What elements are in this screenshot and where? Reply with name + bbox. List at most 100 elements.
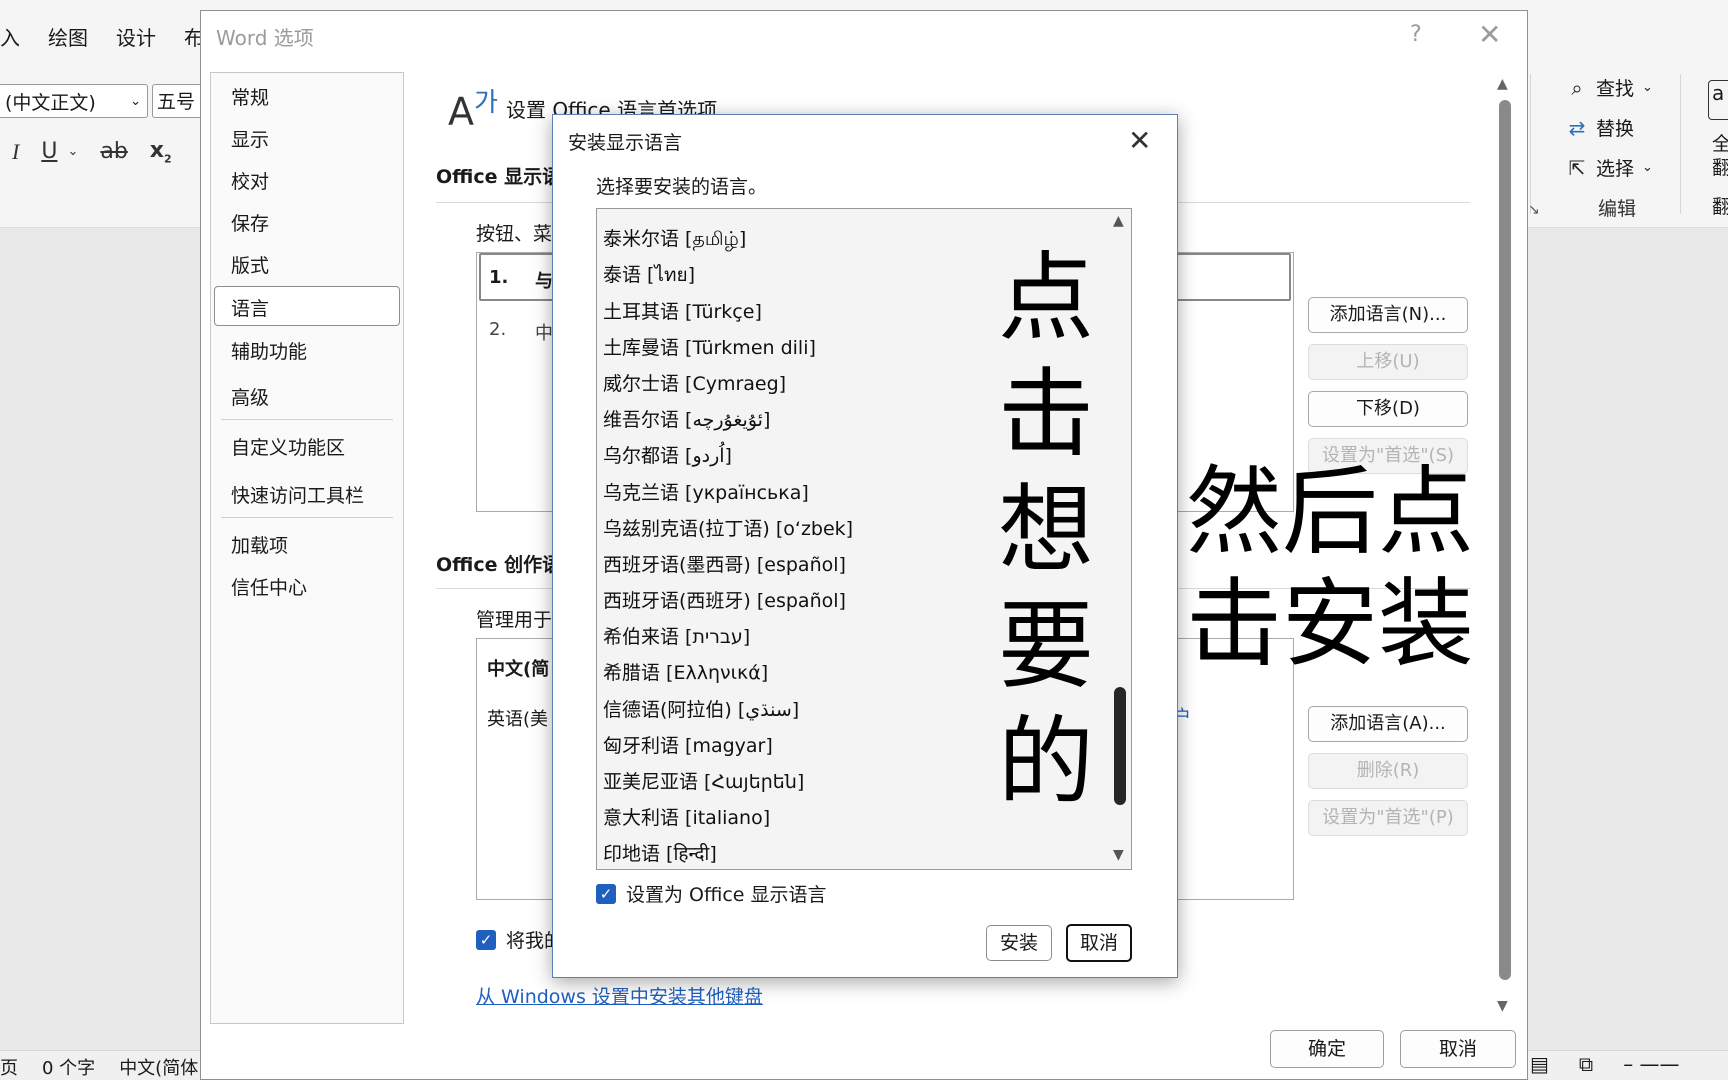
ribbon-divider (1680, 74, 1681, 214)
nav-divider (221, 517, 393, 518)
strikethrough-button[interactable]: ab (100, 139, 127, 164)
find-label: 查找 (1596, 78, 1635, 100)
replace-button[interactable]: ⇄ 替换 (1566, 114, 1634, 141)
list-item[interactable]: 威尔士语 [Cymraeg] (603, 366, 853, 402)
font-size-select[interactable]: 五号 (152, 84, 200, 118)
nav-item-customize-ribbon[interactable]: 自定义功能区 (231, 433, 345, 460)
authoring-language-heading: Office 创作语 (436, 554, 562, 576)
subscript-label: x (149, 138, 164, 163)
list-item[interactable]: 印地语 [हिन्दी] (603, 836, 853, 869)
dialog-launcher-icon[interactable]: ↘ (1528, 202, 1540, 218)
list-item[interactable]: 匈牙利语 [magyar] (603, 728, 853, 764)
list-item[interactable]: 亚美尼亚语 [Հայերեն] (603, 764, 853, 800)
list-item[interactable]: 乌克兰语 [українська] (603, 475, 853, 511)
tab-insert[interactable]: 入 (0, 22, 20, 62)
status-page[interactable]: 页 (0, 1054, 18, 1080)
web-layout-icon[interactable]: ⧉ (1579, 1052, 1593, 1076)
authoring-language-item[interactable]: 中文(简 (487, 655, 549, 681)
nav-item-accessibility[interactable]: 辅助功能 (231, 337, 307, 364)
nav-item-general[interactable]: 常规 (231, 83, 269, 110)
install-cancel-button[interactable]: 取消 (1066, 924, 1132, 962)
underline-label: U (41, 139, 58, 165)
chevron-down-icon: ⌄ (67, 144, 79, 160)
display-language-index: 1. (489, 267, 509, 288)
subscript-button[interactable]: x2 (150, 138, 172, 165)
nav-item-language[interactable]: 语言 (231, 294, 269, 321)
translate-label-part: 全 (1712, 133, 1728, 155)
list-item[interactable]: 西班牙语(墨西哥) [español] (603, 547, 853, 583)
checkbox-checked-icon[interactable]: ✓ (596, 883, 616, 904)
chevron-down-icon: ⌄ (1642, 80, 1653, 95)
list-item[interactable]: 信德语(阿拉伯) [سنڌي] (603, 692, 853, 728)
keyboard-checkbox-row[interactable]: ✓ 将我的 (476, 926, 563, 953)
zoom-slider[interactable]: – —— (1623, 1052, 1679, 1076)
nav-item-trust-center[interactable]: 信任中心 (231, 573, 307, 600)
remove-language-button[interactable]: 删除(R) (1308, 753, 1468, 789)
move-down-button[interactable]: 下移(D) (1308, 391, 1468, 427)
list-item[interactable]: 意大利语 [italiano] (603, 800, 853, 836)
scrollbar-thumb[interactable] (1114, 687, 1126, 805)
status-word-count[interactable]: 0 个字 (42, 1054, 95, 1080)
tab-draw[interactable]: 绘图 (48, 22, 88, 62)
install-keyboards-link[interactable]: 从 Windows 设置中安装其他键盘 (476, 982, 763, 1009)
underline-button[interactable]: U ⌄ (41, 139, 78, 164)
move-up-button[interactable]: 上移(U) (1308, 344, 1468, 380)
cancel-button[interactable]: 取消 (1400, 1030, 1516, 1068)
list-item[interactable]: 土库曼语 [Türkmen dili] (603, 330, 853, 366)
close-icon[interactable]: ✕ (1478, 18, 1501, 51)
list-item[interactable]: 西班牙语(西班牙) [español] (603, 583, 853, 619)
options-scrollbar[interactable]: ▲ ▼ (1494, 72, 1516, 1022)
set-preferred-authoring-button[interactable]: 设置为"首选"(P) (1308, 800, 1468, 836)
install-button[interactable]: 安装 (986, 925, 1052, 961)
list-item[interactable]: 维吾尔语 [ئۇيغۇرچە] (603, 402, 853, 438)
annotation-char: 要 (998, 590, 1094, 702)
select-button[interactable]: ⇱ 选择 ⌄ (1566, 154, 1653, 181)
list-item[interactable]: 泰米尔语 [தமிழ்] (603, 221, 853, 257)
install-dialog-title: 安装显示语言 (568, 132, 683, 154)
scroll-down-icon[interactable]: ▼ (1497, 998, 1508, 1014)
language-icon: A가 (448, 88, 498, 134)
authoring-language-item[interactable]: 英语(美 (487, 705, 548, 731)
list-item[interactable]: 希伯来语 [עברית] (603, 619, 853, 655)
list-item[interactable]: 希腊语 [Ελληνικά] (603, 655, 853, 691)
nav-item-addins[interactable]: 加载项 (231, 531, 288, 558)
list-item[interactable]: 乌尔都语 [اُردو] (603, 438, 853, 474)
print-layout-icon[interactable]: ▤ (1530, 1052, 1549, 1076)
translate-group-label: 翻 (1712, 196, 1728, 218)
status-right: ▤ ⧉ – —— (1530, 1052, 1680, 1076)
nav-item-save[interactable]: 保存 (231, 209, 269, 236)
list-item-partial: — (603, 209, 853, 221)
ok-button[interactable]: 确定 (1270, 1030, 1384, 1068)
list-item[interactable]: 土耳其语 [Türkçe] (603, 294, 853, 330)
nav-item-proofing[interactable]: 校对 (231, 167, 269, 194)
checkbox-checked-icon[interactable]: ✓ (476, 929, 496, 950)
scroll-down-icon[interactable]: ▼ (1113, 847, 1124, 863)
tab-design[interactable]: 设计 (116, 22, 156, 62)
nav-item-display[interactable]: 显示 (231, 125, 269, 152)
add-display-language-button[interactable]: 添加语言(N)... (1308, 297, 1468, 333)
editing-group-label: 编辑 (1598, 198, 1637, 220)
ribbon-divider (1530, 74, 1531, 214)
italic-button[interactable]: I (12, 139, 19, 165)
translate-icon[interactable]: a (1708, 80, 1728, 120)
replace-label: 替换 (1596, 118, 1635, 140)
list-item[interactable]: 乌兹别克语(拉丁语) [o‘zbek] (603, 511, 853, 547)
close-icon[interactable]: ✕ (1128, 124, 1151, 157)
scroll-up-icon[interactable]: ▲ (1113, 213, 1124, 229)
annotation-char: 想 (998, 474, 1094, 586)
language-scrollbar[interactable]: ▲ ▼ (1109, 209, 1131, 869)
help-icon[interactable]: ? (1410, 22, 1422, 47)
add-authoring-language-button[interactable]: 添加语言(A)... (1308, 706, 1468, 742)
status-language[interactable]: 中文(简体 (119, 1054, 198, 1080)
nav-item-layout[interactable]: 版式 (231, 251, 269, 278)
font-name-select[interactable]: (中文正文) ⌄ (0, 84, 148, 118)
scrollbar-thumb[interactable] (1499, 100, 1511, 980)
nav-item-quick-access[interactable]: 快速访问工具栏 (231, 481, 364, 508)
display-language-name: 与 (535, 271, 553, 292)
list-item[interactable]: 泰语 [ไทย] (603, 257, 853, 293)
language-list: — 泰米尔语 [தமிழ்]泰语 [ไทย]土耳其语 [Türkçe]土库曼语 … (603, 209, 853, 869)
set-display-language-row[interactable]: ✓ 设置为 Office 显示语言 (596, 880, 827, 907)
scroll-up-icon[interactable]: ▲ (1497, 76, 1508, 92)
find-button[interactable]: ⌕ 查找 ⌄ (1566, 74, 1653, 101)
nav-item-advanced[interactable]: 高级 (231, 383, 269, 410)
